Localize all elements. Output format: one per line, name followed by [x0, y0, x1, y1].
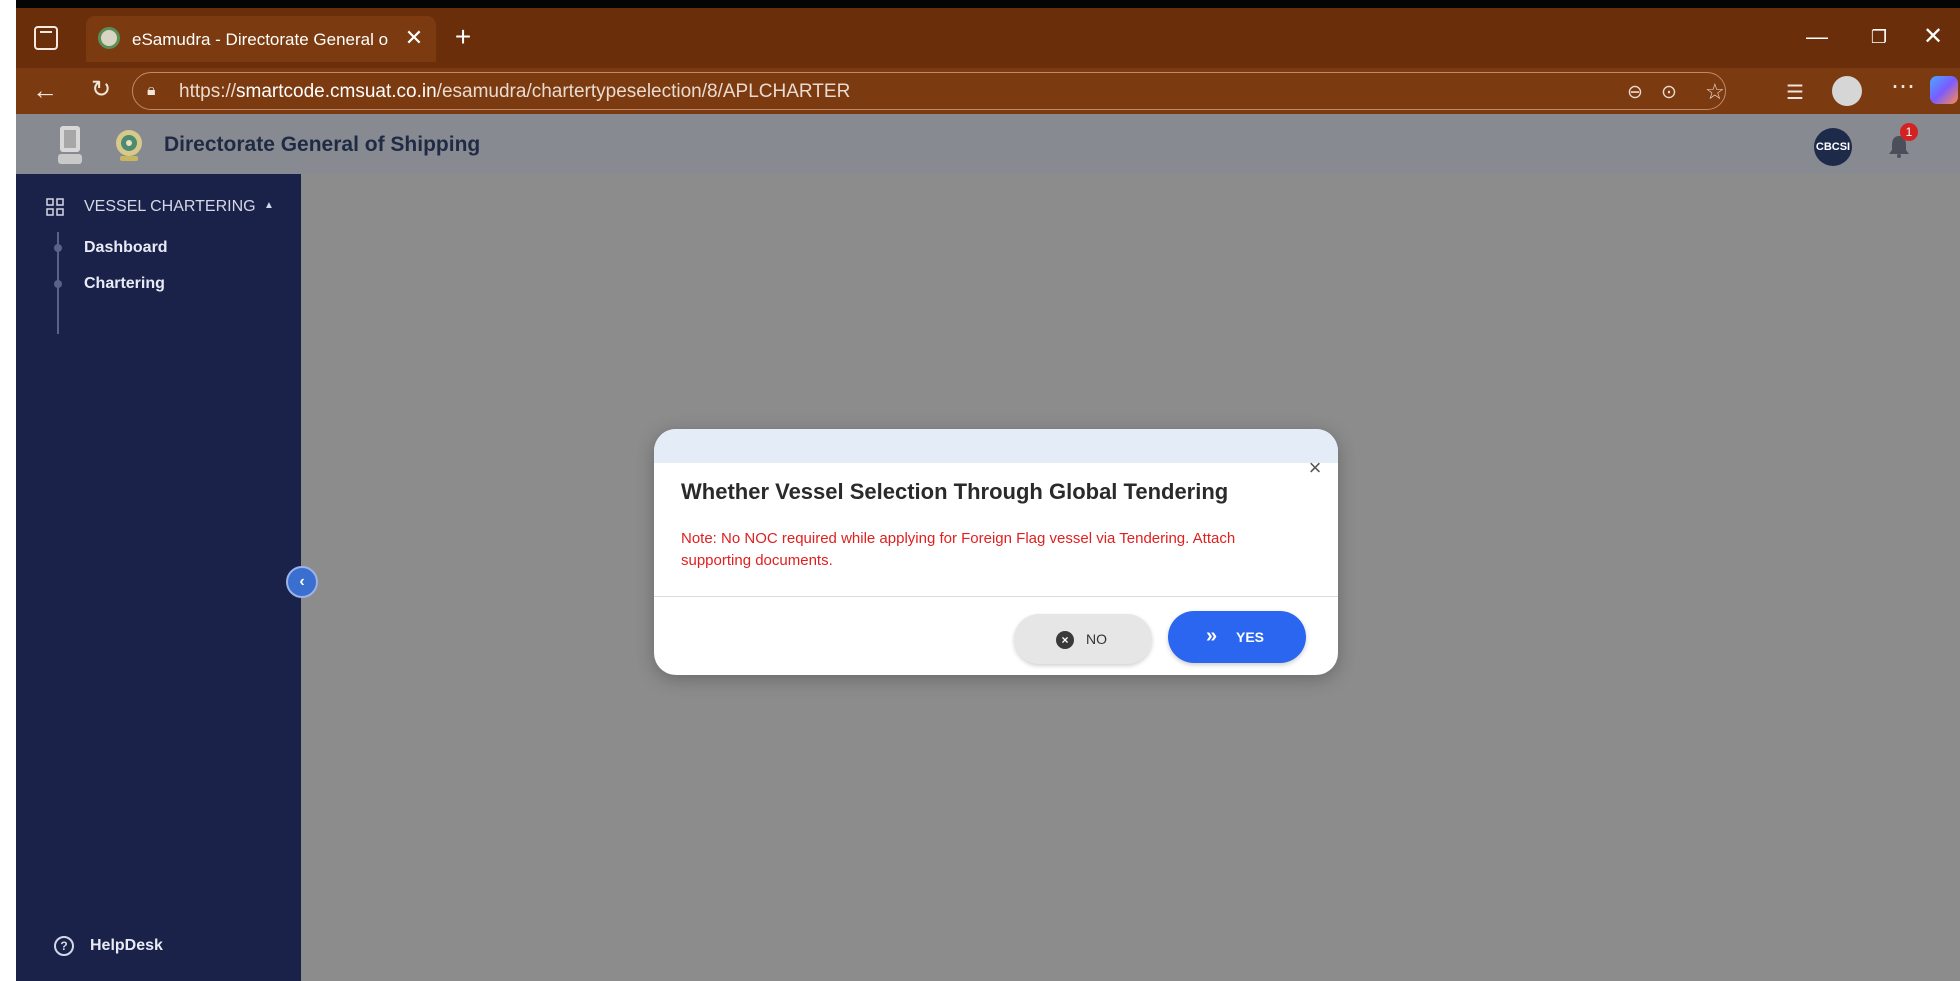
nav-dot-icon [54, 244, 62, 252]
dialog-header-band [654, 429, 1338, 463]
apps-grid-icon [46, 198, 64, 216]
emblem-logo-icon [58, 126, 82, 164]
screen: eSamudra - Directorate General o ✕ + — ❐… [0, 0, 1960, 981]
outer-top-strip [16, 0, 1960, 8]
app-header: Directorate General of Shipping CBCSI 1 [16, 114, 1960, 174]
sidebar-section-label: VESSEL CHARTERING [84, 198, 256, 215]
tab-close-icon[interactable]: ✕ [400, 24, 428, 52]
helpdesk-label: HelpDesk [90, 937, 163, 954]
address-bar[interactable]: 🔒︎ https://smartcode.cmsuat.co.in/esamud… [132, 72, 1726, 110]
more-options-icon[interactable]: ⋯ [1888, 72, 1918, 102]
no-button-label: NO [1086, 631, 1107, 647]
no-button[interactable]: × NO [1014, 614, 1152, 664]
sidebar-item-helpdesk[interactable]: ? HelpDesk [16, 928, 301, 964]
help-icon: ? [54, 936, 74, 956]
back-arrow-icon[interactable]: ← [30, 76, 60, 106]
url-path: /esamudra/chartertypeselection/8/APLCHAR… [436, 81, 851, 102]
double-chevron-right-icon: » [1206, 625, 1218, 647]
user-avatar[interactable]: CBCSI [1814, 128, 1852, 166]
notification-badge: 1 [1900, 123, 1918, 141]
new-tab-button[interactable]: + [448, 22, 478, 52]
yes-button[interactable]: » YES [1168, 611, 1306, 663]
copilot-icon[interactable] [1930, 76, 1958, 104]
sidebar-item-label: Dashboard [84, 239, 168, 256]
url-host: smartcode.cmsuat.co.in [236, 81, 437, 102]
restore-button[interactable]: ❐ [1862, 22, 1896, 52]
sidebar-item-label: Chartering [84, 275, 165, 292]
page-title: Directorate General of Shipping [164, 133, 481, 156]
dialog-divider [654, 596, 1338, 597]
window-close-button[interactable]: ✕ [1916, 22, 1950, 52]
sidebar-section-header[interactable]: VESSEL CHARTERING ▲ [16, 188, 301, 224]
favorite-star-icon[interactable]: ☆ [1705, 79, 1731, 105]
browser-tab[interactable]: eSamudra - Directorate General o ✕ [86, 16, 436, 62]
reload-icon[interactable]: ↻ [86, 76, 116, 106]
zoom-icon[interactable]: ⊖ [1627, 81, 1651, 103]
confirmation-dialog: × Whether Vessel Selection Through Globa… [654, 429, 1338, 675]
favorites-icon[interactable]: ☰ [1786, 80, 1812, 106]
dialog-title: Whether Vessel Selection Through Global … [681, 479, 1229, 504]
cancel-circle-icon: × [1056, 631, 1074, 649]
sidebar-item-chartering[interactable]: Chartering [16, 266, 301, 302]
nav-dot-icon [54, 280, 62, 288]
browser-toolbar: ← ↻ 🔒︎ https://smartcode.cmsuat.co.in/es… [16, 68, 1960, 114]
sidebar: VESSEL CHARTERING ▲ Dashboard Chartering… [16, 174, 301, 981]
close-icon[interactable]: × [1304, 457, 1326, 479]
yes-button-label: YES [1236, 629, 1265, 645]
url-text[interactable]: https://smartcode.cmsuat.co.in/esamudra/… [179, 81, 850, 103]
tracking-prevention-icon[interactable]: ⊙ [1661, 81, 1685, 103]
browser-titlebar: eSamudra - Directorate General o ✕ + — ❐… [16, 8, 1960, 68]
profile-avatar-icon[interactable] [1832, 76, 1862, 106]
browser-window: eSamudra - Directorate General o ✕ + — ❐… [16, 8, 1960, 981]
tab-actions-icon[interactable] [34, 26, 58, 50]
site-info-icon[interactable]: 🔒︎ [147, 82, 165, 100]
favicon-icon [98, 27, 120, 49]
caret-up-icon[interactable]: ▲ [264, 200, 274, 211]
chevron-left-icon[interactable]: ‹ [286, 566, 318, 598]
outer-margin [0, 0, 16, 981]
sidebar-item-dashboard[interactable]: Dashboard [16, 230, 301, 266]
url-scheme: https:// [179, 81, 237, 102]
dialog-note: Note: No NOC required while applying for… [681, 530, 1236, 569]
dgs-logo-icon [116, 130, 142, 161]
tab-title: eSamudra - Directorate General o [132, 30, 388, 49]
minimize-button[interactable]: — [1800, 22, 1834, 52]
